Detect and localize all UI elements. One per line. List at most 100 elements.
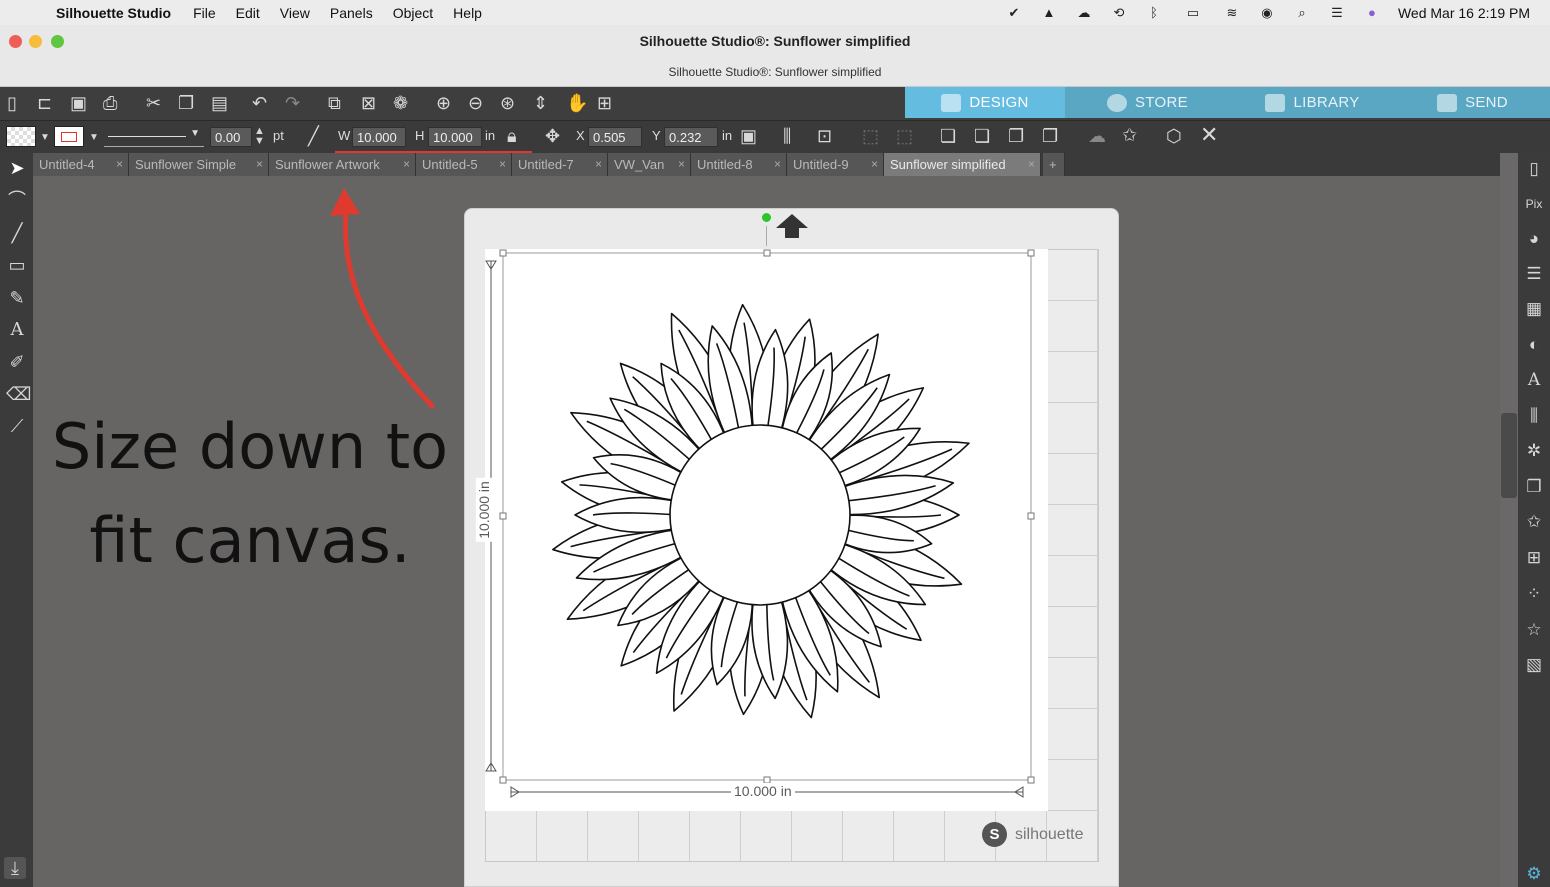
weld-icon[interactable]: ☁ — [1088, 127, 1106, 145]
control-center-icon[interactable]: ☰ — [1328, 5, 1346, 20]
tab-library[interactable]: LIBRARY — [1230, 87, 1395, 118]
doc-tab[interactable]: VW_Van × — [608, 153, 691, 176]
knife-icon[interactable]: ⟋ — [6, 415, 28, 437]
text-tool-icon[interactable]: A — [6, 319, 28, 341]
bring-forward-icon[interactable]: ❏ — [974, 127, 990, 145]
zoom-out-icon[interactable]: ⊖ — [468, 94, 483, 112]
line-style-select[interactable]: ▼ — [104, 126, 204, 147]
close-tab-icon[interactable]: × — [678, 153, 685, 176]
bluetooth-icon[interactable]: ᛒ — [1145, 5, 1163, 20]
trace-panel-icon[interactable]: ⊞ — [1523, 547, 1545, 569]
wifi-icon[interactable]: ≋ — [1223, 5, 1241, 20]
offset-star-icon[interactable]: ✩ — [1122, 126, 1137, 144]
line-width-field[interactable]: 0.00 — [210, 127, 252, 147]
doc-tab[interactable]: Untitled-9 × — [787, 153, 884, 176]
menu-view[interactable]: View — [280, 5, 310, 21]
point-edit-icon[interactable]: ⌒ — [6, 189, 28, 211]
search-icon[interactable]: ⌕ — [1293, 5, 1311, 20]
select-arrow-icon[interactable]: ➤ — [6, 157, 28, 179]
zoom-in-icon[interactable]: ⊕ — [436, 94, 451, 112]
selection-bounding-box[interactable] — [485, 249, 1048, 811]
cut-icon[interactable]: ✂ — [146, 94, 161, 112]
line-draw-icon[interactable]: ╱ — [6, 222, 28, 244]
close-tab-icon[interactable]: × — [403, 153, 410, 176]
y-position-field[interactable]: 0.232 — [664, 127, 718, 147]
3d-box-icon[interactable]: ⬡ — [1166, 127, 1182, 145]
pattern-panel-icon[interactable]: ▦ — [1523, 298, 1545, 320]
move-arrows-icon[interactable]: ✥ — [545, 127, 560, 145]
line-color-dropdown-icon[interactable]: ▼ — [89, 129, 99, 147]
line-color-swatch[interactable] — [54, 126, 84, 147]
fill-dropdown-icon[interactable]: ▼ — [40, 129, 50, 147]
copy-icon[interactable]: ❐ — [178, 94, 194, 112]
close-tab-icon[interactable]: × — [256, 153, 263, 176]
doc-tab[interactable]: Sunflower Artwork × — [269, 153, 416, 176]
menubar-datetime[interactable]: Wed Mar 16 2:19 PM — [1398, 5, 1530, 21]
menu-object[interactable]: Object — [393, 5, 433, 21]
new-tab-button[interactable]: + — [1043, 153, 1065, 176]
group-icon[interactable]: ⬚ — [862, 127, 879, 145]
close-tab-icon[interactable]: × — [774, 153, 781, 176]
fill-bucket-icon[interactable]: ✐ — [6, 351, 28, 373]
height-field[interactable]: 10.000 — [428, 127, 482, 147]
cloud-icon[interactable]: ☁ — [1075, 5, 1093, 20]
fill-panel-icon[interactable]: ◕ — [1523, 228, 1545, 250]
menu-edit[interactable]: Edit — [236, 5, 260, 21]
doc-tab-active[interactable]: Sunflower simplified × — [884, 153, 1041, 176]
doc-tab[interactable]: Sunflower Simple × — [129, 153, 269, 176]
pan-hand-icon[interactable]: ✋ — [566, 94, 588, 112]
pencil-icon[interactable]: ✎ — [6, 287, 28, 309]
doc-tab[interactable]: Untitled-7 × — [512, 153, 608, 176]
bring-to-front-icon[interactable]: ❏ — [940, 127, 956, 145]
page-setup-icon[interactable]: ▯ — [1523, 158, 1545, 180]
print-icon[interactable]: ⎙ — [103, 94, 117, 112]
line-tool-icon[interactable]: ╱ — [308, 127, 319, 145]
sketch-panel-icon[interactable]: ⁘ — [1523, 583, 1545, 605]
menu-file[interactable]: File — [193, 5, 216, 21]
send-backward-icon[interactable]: ❐ — [1008, 127, 1024, 145]
tab-store[interactable]: STORE — [1065, 87, 1230, 118]
ungroup-icon[interactable]: ⬚ — [896, 127, 913, 145]
open-folder-icon[interactable]: ⊏ — [37, 94, 52, 112]
close-tab-icon[interactable]: × — [116, 153, 123, 176]
close-tab-icon[interactable]: × — [1028, 153, 1035, 176]
close-tab-icon[interactable]: × — [595, 153, 602, 176]
redo-icon[interactable]: ↷ — [285, 94, 300, 112]
menu-help[interactable]: Help — [453, 5, 482, 21]
tab-design[interactable]: DESIGN — [905, 87, 1065, 118]
full-view-icon[interactable]: ⊞ — [597, 94, 612, 112]
vertical-scrollbar[interactable] — [1500, 153, 1518, 887]
menu-panels[interactable]: Panels — [330, 5, 373, 21]
select-all-icon[interactable]: ⧉ — [328, 94, 341, 112]
eraser-icon[interactable]: ⌫ — [6, 383, 31, 405]
replicate-panel-icon[interactable]: ❐ — [1523, 476, 1545, 498]
checkmark-status-icon[interactable]: ✔ — [1005, 5, 1023, 20]
battery-icon[interactable]: ▭ — [1180, 5, 1206, 20]
siri-icon[interactable]: ● — [1363, 5, 1381, 20]
settings-gear-icon[interactable]: ⚙ — [1523, 863, 1545, 885]
pixscan-icon[interactable]: Pix — [1523, 193, 1545, 215]
doc-tab[interactable]: Untitled-4 × — [33, 153, 129, 176]
scrollbar-thumb[interactable] — [1501, 413, 1517, 498]
delete-x-icon[interactable]: ✕ — [1200, 124, 1218, 146]
fill-color-swatch[interactable] — [6, 126, 36, 147]
zoom-selection-icon[interactable]: ⊛ — [500, 94, 515, 112]
modify-star-icon[interactable]: ✩ — [1523, 511, 1545, 533]
close-tab-icon[interactable]: × — [871, 153, 878, 176]
reference-point-icon[interactable]: ▣ — [740, 127, 757, 145]
doc-tab[interactable]: Untitled-5 × — [416, 153, 512, 176]
rectangle-icon[interactable]: ▭ — [6, 254, 28, 276]
triangle-status-icon[interactable]: ▲ — [1040, 5, 1058, 20]
center-to-page-icon[interactable]: ⊡ — [817, 127, 832, 145]
save-icon[interactable]: ▣ — [70, 94, 87, 112]
doc-tab[interactable]: Untitled-8 × — [691, 153, 787, 176]
menu-app-name[interactable]: Silhouette Studio — [56, 5, 171, 21]
align-icon[interactable]: ⫼ — [783, 127, 791, 145]
tab-send[interactable]: SEND — [1395, 87, 1550, 118]
hatch-panel-icon[interactable]: ▧ — [1523, 654, 1545, 676]
deselect-icon[interactable]: ⊠ — [361, 94, 376, 112]
lock-aspect-icon[interactable]: 🔒︎ — [507, 127, 517, 145]
send-to-back-icon[interactable]: ❐ — [1042, 127, 1058, 145]
line-style-panel-icon[interactable]: ☰ — [1523, 263, 1545, 285]
new-file-icon[interactable]: ▯ — [7, 94, 17, 112]
